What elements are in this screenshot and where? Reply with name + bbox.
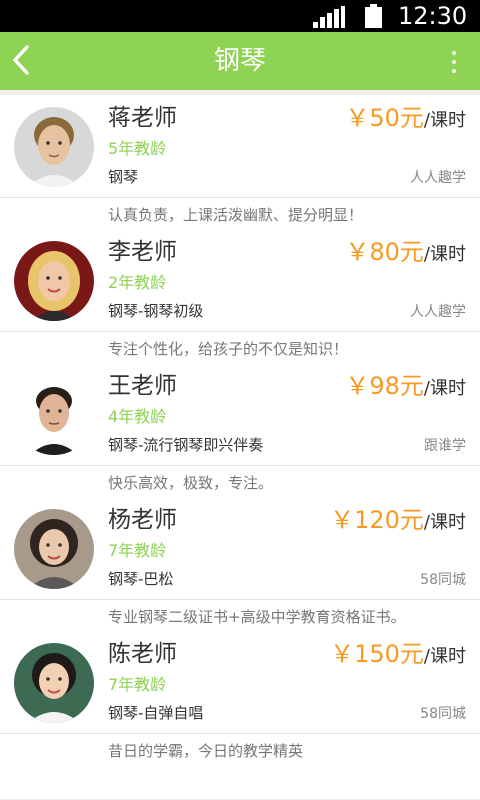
teaching-years: 7年教龄 <box>108 675 167 694</box>
price-amount: ￥80元 <box>345 238 424 266</box>
teacher-name: 蒋老师 <box>108 105 177 131</box>
price-unit: /课时 <box>423 512 466 533</box>
price-unit: /课时 <box>423 110 466 131</box>
source-platform: 人人趣学 <box>410 170 466 186</box>
app-bar: 钢琴 <box>0 32 480 90</box>
teacher-price: ￥80元/课时 <box>345 235 466 272</box>
source-platform: 跟谁学 <box>424 438 466 454</box>
status-time: 12:30 <box>398 2 468 30</box>
teacher-avatar <box>14 107 94 187</box>
source-platform: 58同城 <box>420 706 466 722</box>
teaching-years: 5年教龄 <box>108 139 167 158</box>
teacher-avatar <box>14 509 94 589</box>
teacher-price: ￥50元/课时 <box>345 101 466 138</box>
teacher-motto: 昔日的学霸，今日的教学精英 <box>108 742 304 760</box>
teacher-price: ￥150元/课时 <box>330 637 466 674</box>
signal-icon <box>313 6 345 28</box>
course-name: 钢琴-流行钢琴即兴伴奏 <box>108 436 264 454</box>
price-amount: ￥120元 <box>330 506 424 534</box>
card-divider <box>0 465 480 466</box>
teacher-price: ￥120元/课时 <box>330 503 466 540</box>
course-name: 钢琴 <box>108 168 139 186</box>
card-divider <box>0 331 480 332</box>
more-options-icon[interactable] <box>446 50 462 74</box>
teacher-price: ￥98元/课时 <box>345 369 466 406</box>
price-unit: /课时 <box>423 646 466 667</box>
card-divider <box>0 733 480 734</box>
teaching-years: 7年教龄 <box>108 541 167 560</box>
page-title: 钢琴 <box>213 46 266 76</box>
teacher-card[interactable]: 陈老师 ￥150元/课时 7年教龄 钢琴-自弹自唱 58同城 昔日的学霸，今日的… <box>0 631 480 799</box>
teacher-motto: 快乐高效，极致，专注。 <box>108 474 274 492</box>
course-name: 钢琴-巴松 <box>108 570 174 588</box>
teacher-avatar <box>14 643 94 723</box>
course-name: 钢琴-钢琴初级 <box>108 302 204 320</box>
battery-icon <box>365 4 382 28</box>
teacher-name: 陈老师 <box>108 641 177 667</box>
teacher-motto: 专业钢琴二级证书+高级中学教育资格证书。 <box>108 608 406 626</box>
price-amount: ￥50元 <box>345 104 424 132</box>
teacher-motto: 认真负责，上课活泼幽默、提分明显！ <box>108 206 364 224</box>
teaching-years: 4年教龄 <box>108 407 167 426</box>
source-platform: 人人趣学 <box>410 304 466 320</box>
card-divider <box>0 197 480 198</box>
source-platform: 58同城 <box>420 572 466 588</box>
price-amount: ￥98元 <box>345 372 424 400</box>
teacher-avatar <box>14 241 94 321</box>
price-unit: /课时 <box>423 378 466 399</box>
teacher-name: 杨老师 <box>108 507 177 533</box>
teacher-motto: 专注个性化，给孩子的不仅是知识！ <box>108 340 349 358</box>
card-divider <box>0 599 480 600</box>
teacher-avatar <box>14 375 94 455</box>
course-name: 钢琴-自弹自唱 <box>108 704 204 722</box>
price-amount: ￥150元 <box>330 640 424 668</box>
price-unit: /课时 <box>423 244 466 265</box>
teacher-name: 王老师 <box>108 373 177 399</box>
teacher-name: 李老师 <box>108 239 177 265</box>
teaching-years: 2年教龄 <box>108 273 167 292</box>
status-bar: 12:30 <box>0 0 480 32</box>
